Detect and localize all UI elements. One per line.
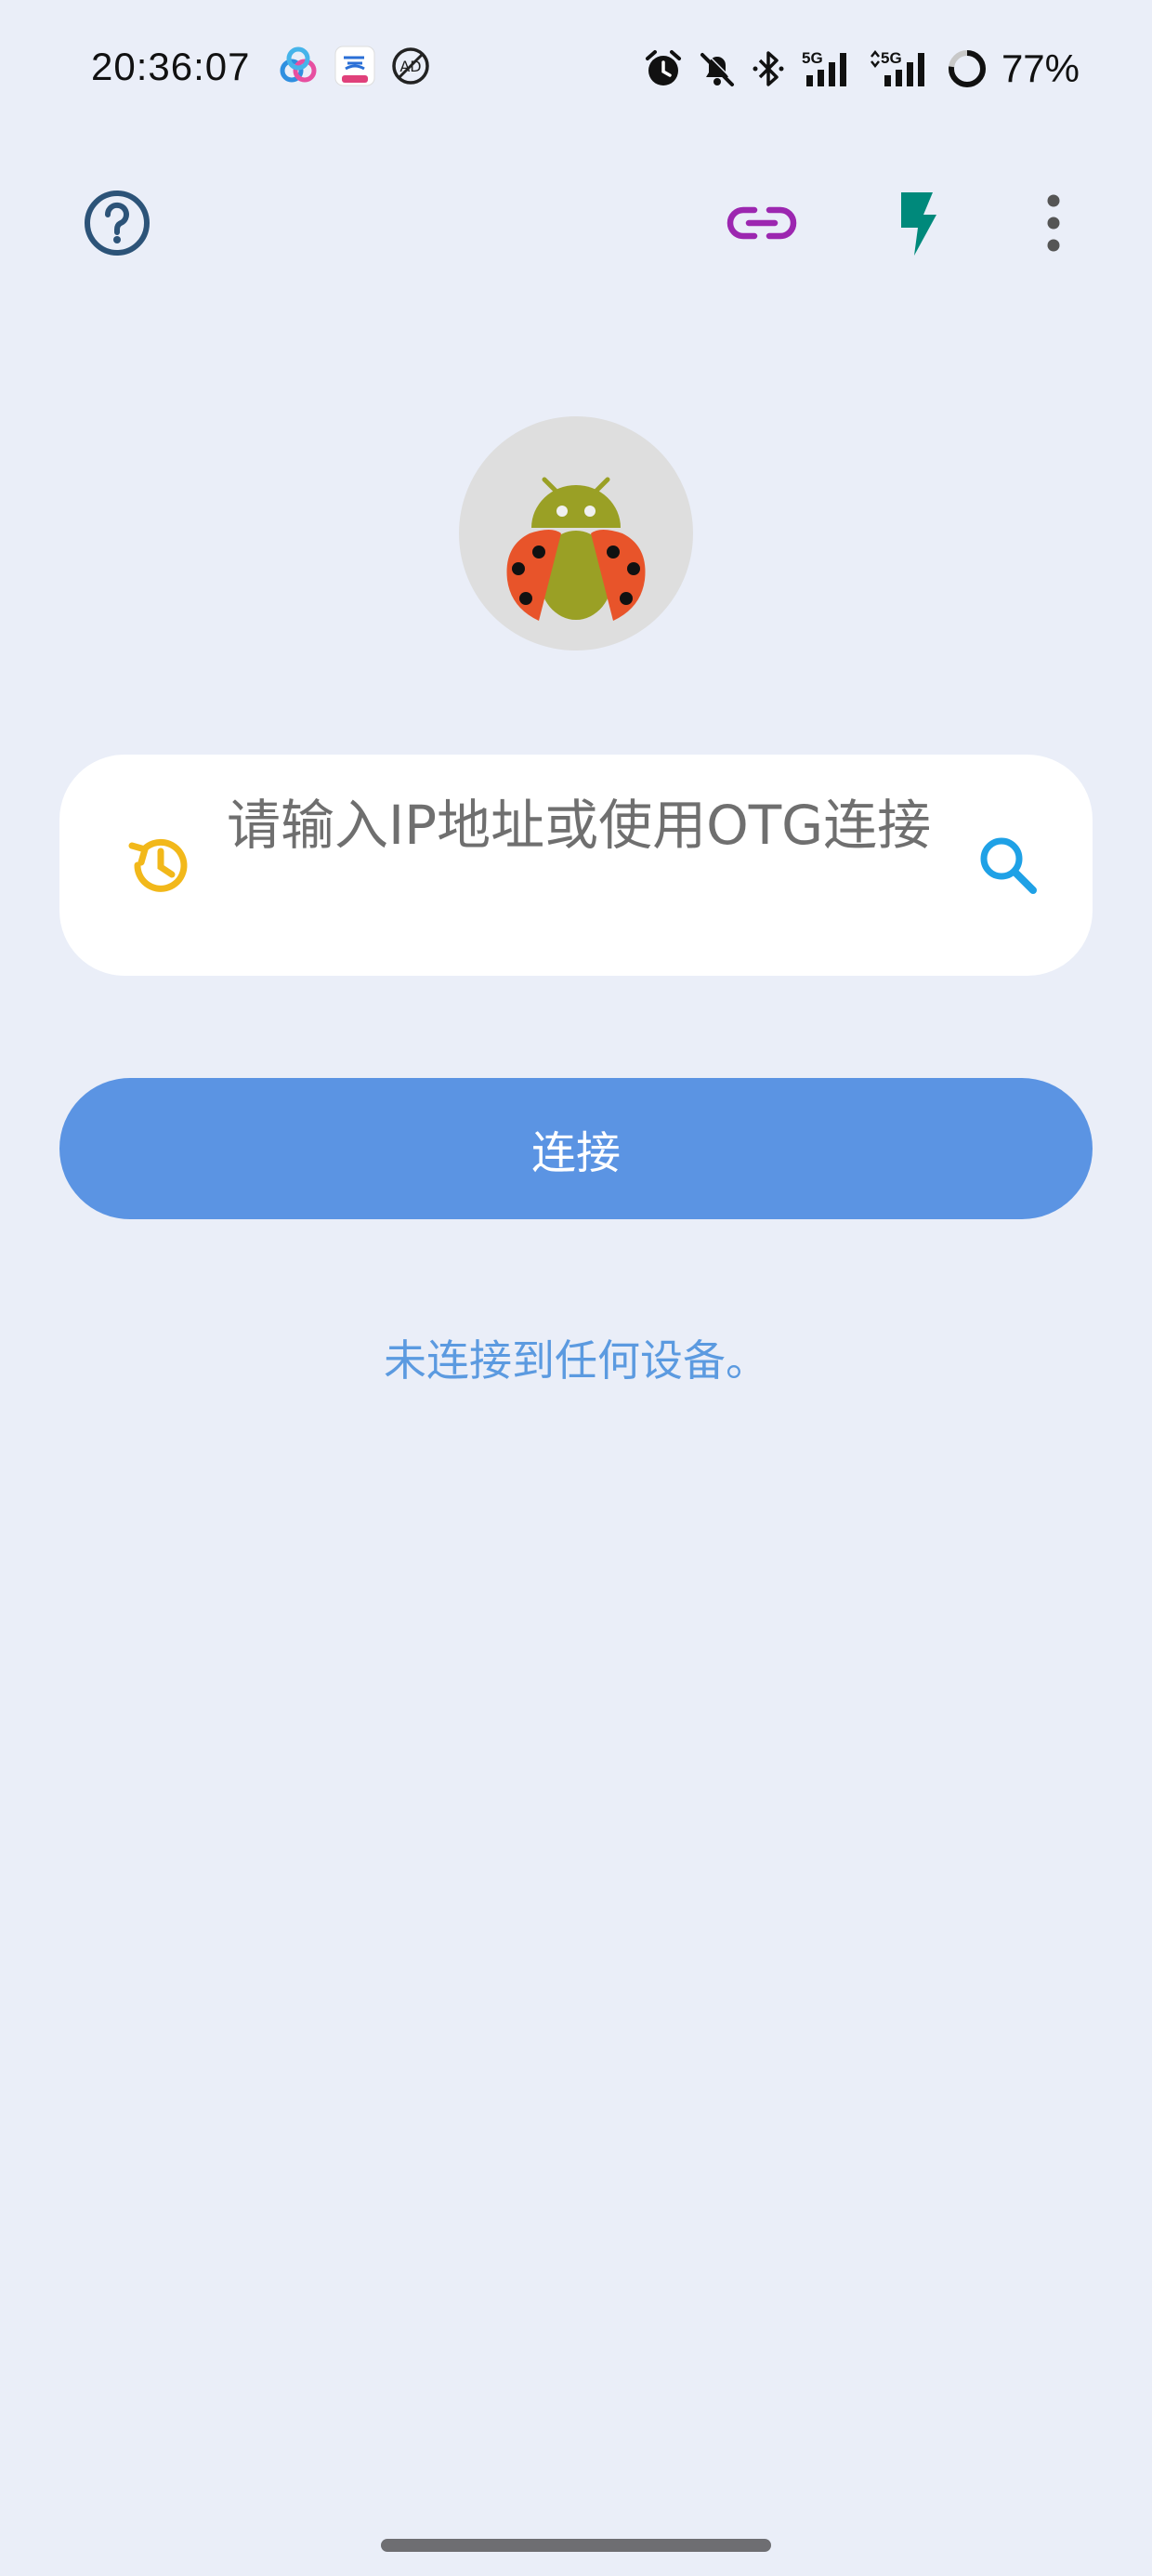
help-button[interactable]	[71, 177, 164, 269]
battery-ring-icon	[948, 50, 986, 87]
more-vertical-icon	[1047, 194, 1060, 252]
history-button[interactable]	[108, 814, 210, 916]
more-options-button[interactable]	[1007, 177, 1100, 269]
connection-status-message: 未连接到任何设备。	[384, 1335, 768, 1386]
flash-button[interactable]	[871, 177, 964, 269]
search-button[interactable]	[957, 814, 1059, 916]
lightning-icon	[901, 192, 936, 256]
signal-5g-icon: 5G	[802, 49, 846, 86]
history-icon	[128, 838, 188, 892]
home-indicator[interactable]	[381, 2539, 771, 2552]
status-notification-icons: AD	[277, 45, 431, 87]
mute-bell-icon	[700, 51, 736, 86]
link-icon	[727, 206, 797, 240]
app-logo	[459, 416, 693, 651]
top-toolbar	[0, 177, 1152, 269]
help-circle-icon	[85, 191, 150, 256]
battery-percent: 77%	[1001, 46, 1080, 90]
alarm-icon	[645, 50, 681, 85]
signal-5g-data-icon: 5G	[870, 49, 924, 86]
ladybug-android-icon	[506, 477, 646, 621]
status-bar: 20:36:07 AD	[0, 0, 1152, 139]
network-type-label-1: 5G	[802, 49, 823, 67]
bluetooth-icon	[753, 51, 784, 86]
network-type-label-2: 5G	[881, 49, 902, 67]
search-icon	[980, 837, 1037, 894]
link-button[interactable]	[715, 177, 808, 269]
app-notification-icon	[280, 46, 317, 83]
ad-block-icon: AD	[392, 47, 429, 85]
cloud-app-notification-icon	[334, 46, 375, 86]
connection-input-card	[59, 755, 1093, 976]
status-time: 20:36:07	[91, 45, 251, 88]
connect-button[interactable]: 连接	[59, 1078, 1093, 1219]
status-right-icons: 5G 5G 77%	[643, 43, 1080, 95]
ip-address-input[interactable]	[227, 788, 1007, 946]
